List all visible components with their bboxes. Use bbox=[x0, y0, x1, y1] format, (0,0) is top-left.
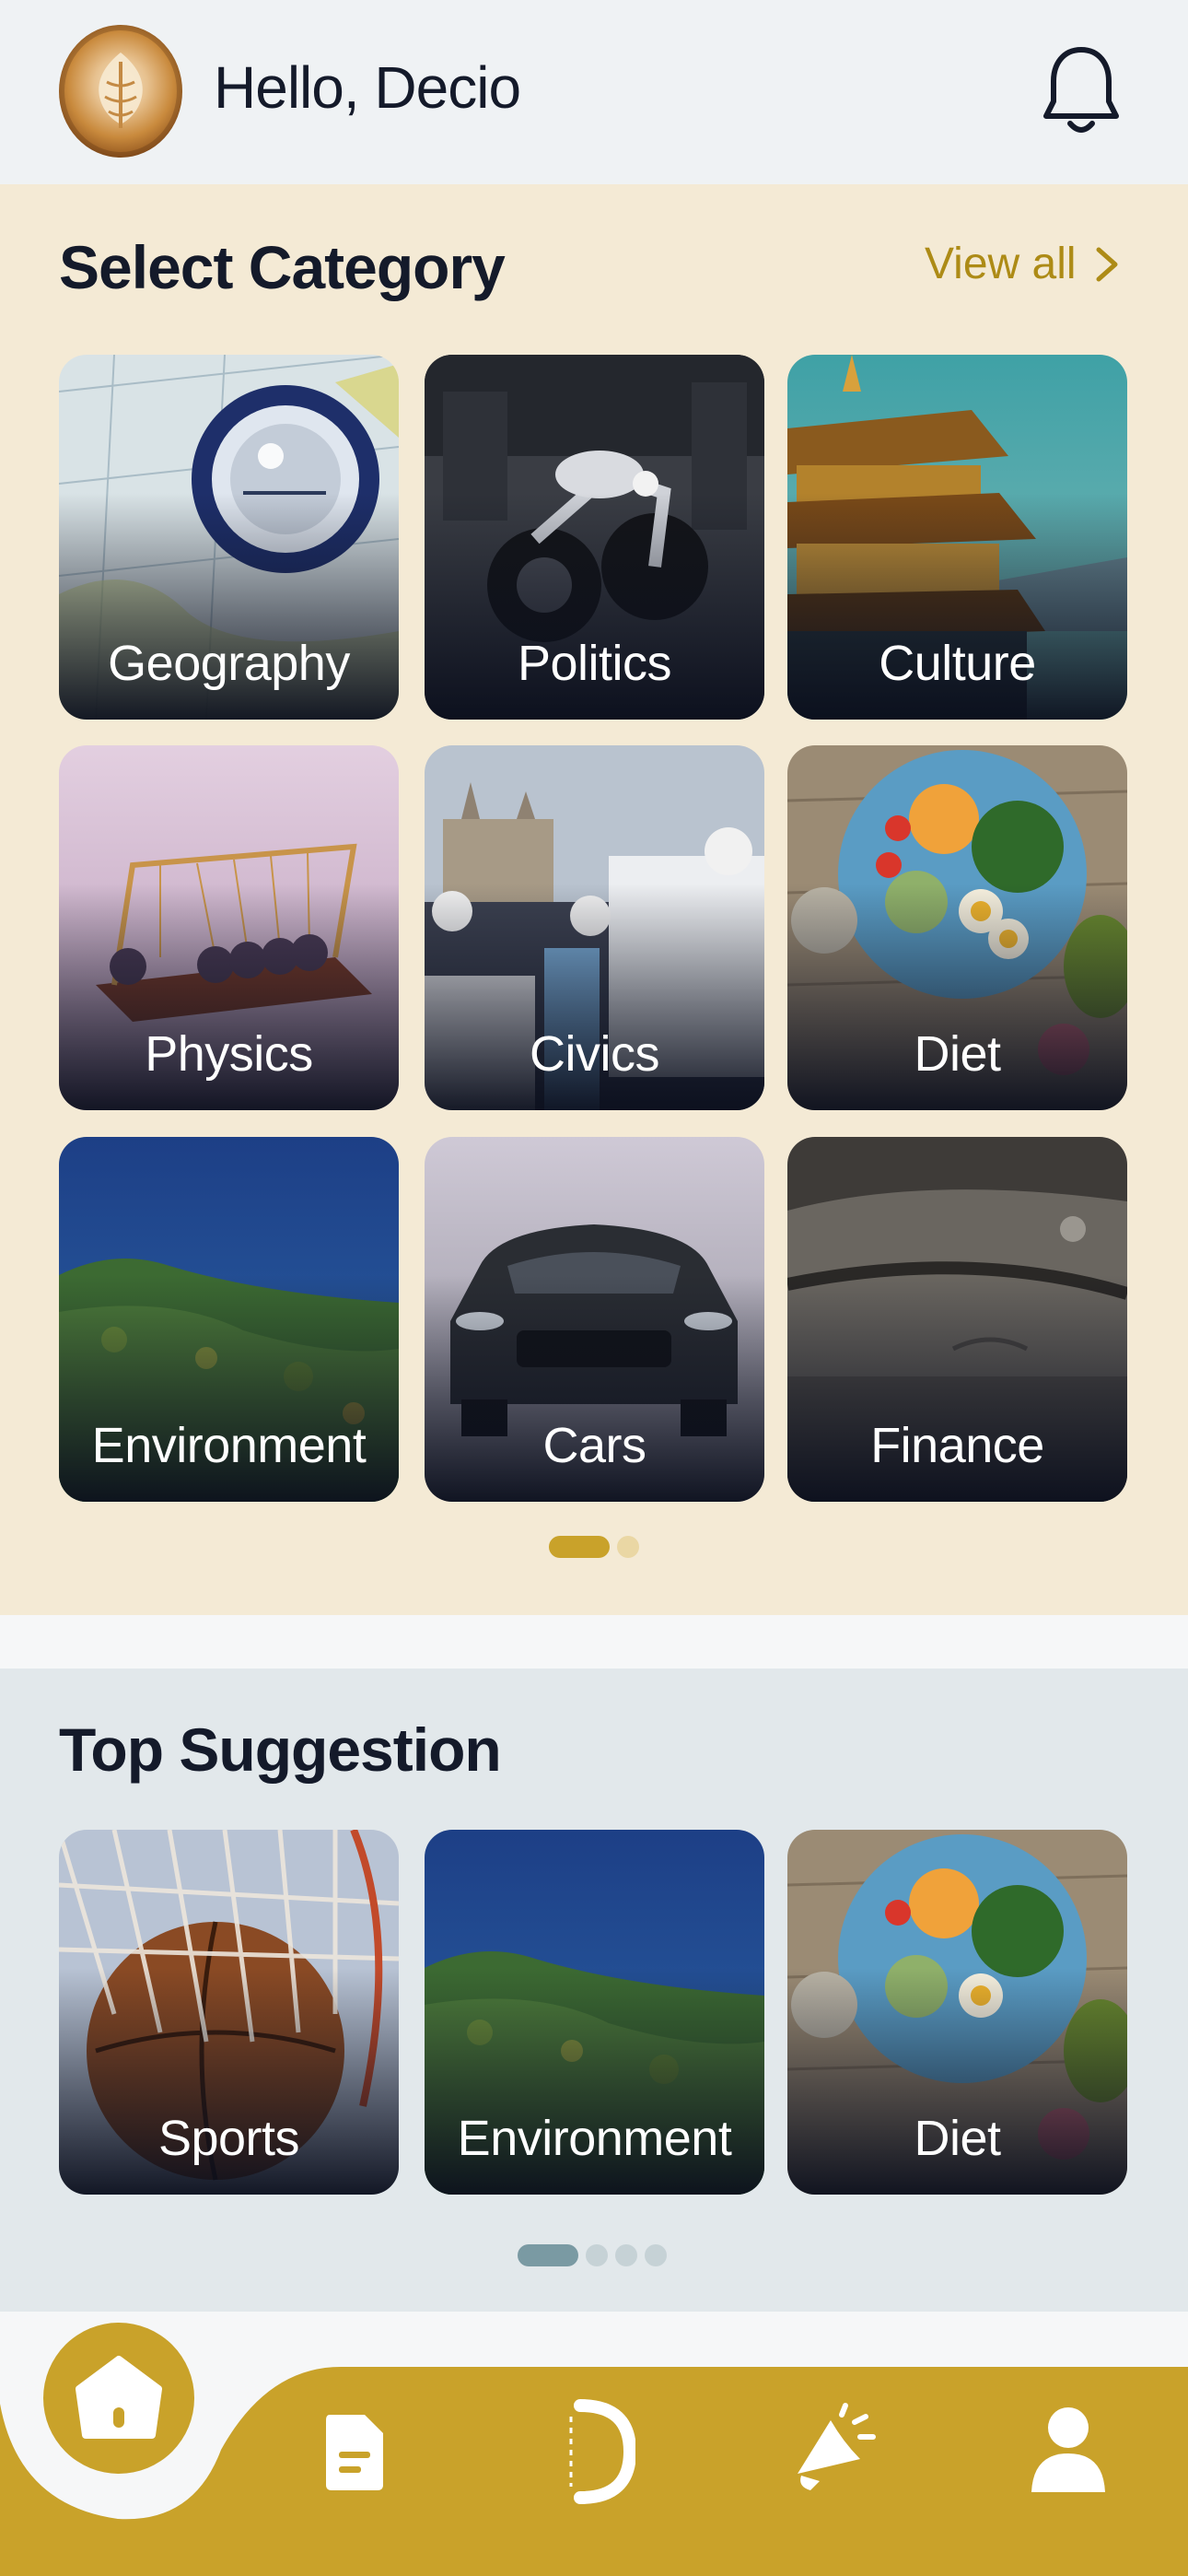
tile-label: Environment bbox=[91, 1418, 367, 1473]
pager-dot[interactable] bbox=[586, 2244, 608, 2266]
megaphone-icon bbox=[798, 2403, 876, 2490]
tile-label: Politics bbox=[517, 636, 672, 691]
view-all-label: View all bbox=[925, 240, 1077, 288]
chevron-right-icon bbox=[1096, 247, 1118, 281]
category-tile-geography[interactable]: Geography bbox=[59, 355, 399, 720]
tile-label: Physics bbox=[145, 1026, 313, 1082]
tile-label: Culture bbox=[879, 636, 1036, 691]
tile-label: Geography bbox=[108, 636, 350, 691]
tile-label: Diet bbox=[914, 1026, 1001, 1082]
tile-label: Civics bbox=[530, 1026, 660, 1082]
greeting: Hello, Decio bbox=[214, 54, 521, 121]
pager-dot[interactable] bbox=[617, 1536, 639, 1558]
suggestion-tile-diet[interactable]: Diet bbox=[787, 1830, 1127, 2195]
category-tile-environment[interactable]: Environment bbox=[59, 1137, 399, 1502]
suggestion-section: Top Suggestion Sports Environment Diet bbox=[0, 1669, 1188, 2312]
document-icon bbox=[326, 2415, 383, 2490]
suggestion-pager bbox=[518, 2244, 667, 2266]
category-tile-diet[interactable]: Diet bbox=[787, 745, 1127, 1110]
category-pager bbox=[549, 1536, 639, 1558]
category-tile-physics[interactable]: Physics bbox=[59, 745, 399, 1110]
pager-dot-active[interactable] bbox=[518, 2244, 578, 2266]
profile-icon bbox=[1031, 2407, 1105, 2492]
category-tile-civics[interactable]: Civics bbox=[425, 745, 764, 1110]
nav-home-button[interactable] bbox=[43, 2323, 194, 2474]
bottom-nav bbox=[0, 2312, 1188, 2576]
bell-icon[interactable] bbox=[1041, 42, 1122, 138]
category-tile-politics[interactable]: Politics bbox=[425, 355, 764, 720]
category-tile-culture[interactable]: Culture bbox=[787, 355, 1127, 720]
avatar[interactable] bbox=[59, 25, 182, 158]
header: Hello, Decio bbox=[0, 0, 1188, 184]
category-section: Select Category View all Geography Polit… bbox=[0, 184, 1188, 1615]
tile-label: Finance bbox=[870, 1418, 1044, 1473]
category-tile-cars[interactable]: Cars bbox=[425, 1137, 764, 1502]
nav-decio-button[interactable] bbox=[562, 2398, 637, 2505]
pager-dot[interactable] bbox=[645, 2244, 667, 2266]
home-icon bbox=[76, 2356, 162, 2439]
nav-documents-button[interactable] bbox=[322, 2411, 387, 2492]
decio-logo-icon bbox=[569, 2399, 637, 2504]
nav-announcements-button[interactable] bbox=[794, 2402, 877, 2498]
suggestion-tile-sports[interactable]: Sports bbox=[59, 1830, 399, 2195]
category-tile-finance[interactable]: Finance bbox=[787, 1137, 1127, 1502]
section-title-categories: Select Category bbox=[59, 233, 506, 301]
tile-label: Diet bbox=[914, 2111, 1001, 2166]
section-title-suggestions: Top Suggestion bbox=[59, 1715, 502, 1784]
suggestion-tile-environment[interactable]: Environment bbox=[425, 1830, 764, 2195]
latte-art-icon bbox=[99, 53, 143, 128]
tile-label: Sports bbox=[157, 2111, 300, 2166]
view-all-link[interactable]: View all bbox=[925, 239, 1121, 289]
pager-dot[interactable] bbox=[615, 2244, 637, 2266]
nav-profile-button[interactable] bbox=[1030, 2404, 1107, 2496]
pager-dot-active[interactable] bbox=[549, 1536, 610, 1558]
tile-label: Environment bbox=[457, 2111, 732, 2166]
tile-label: Cars bbox=[542, 1418, 646, 1473]
